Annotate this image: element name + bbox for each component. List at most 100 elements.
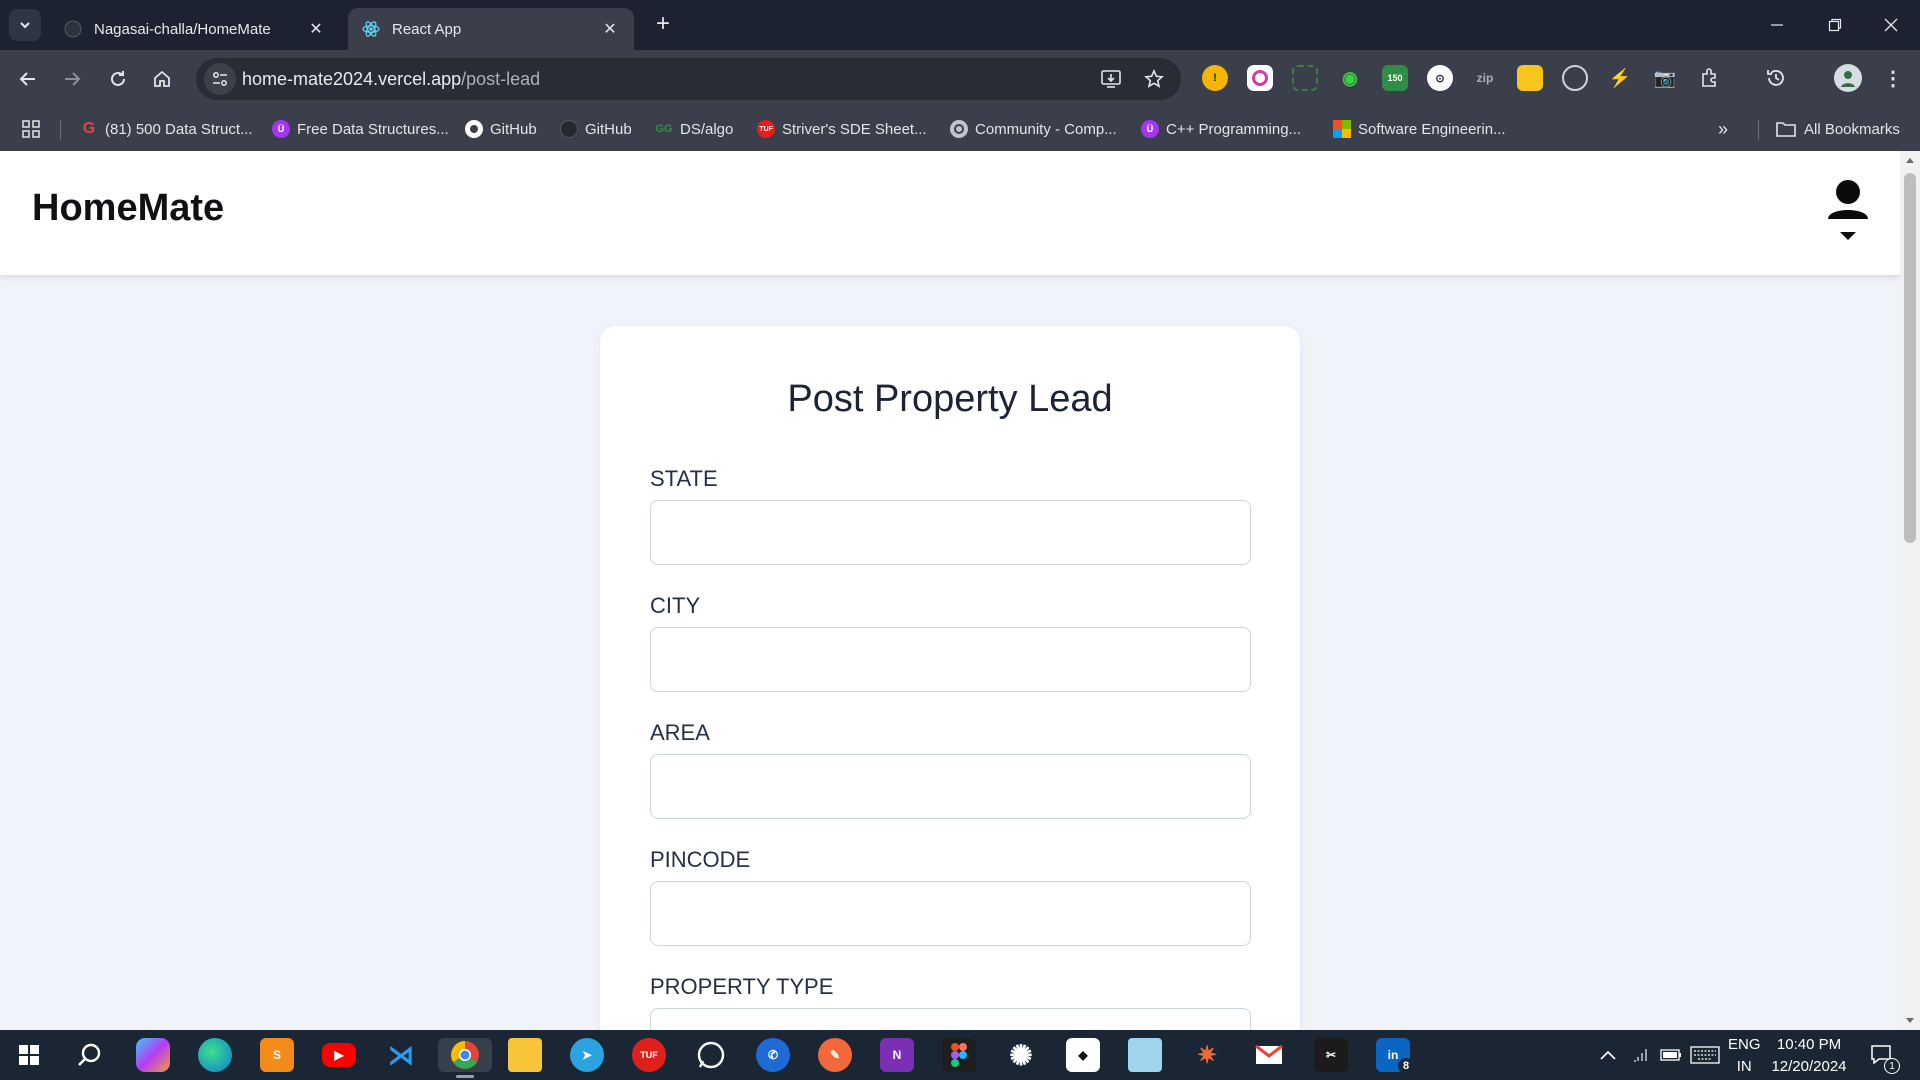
restore-button[interactable] [1806,0,1864,50]
show-hidden-icons-button[interactable] [1600,1030,1616,1080]
address-bar[interactable]: home-mate2024.vercel.app/post-lead [196,58,1181,100]
city-input[interactable] [650,627,1251,692]
state-input[interactable] [650,500,1251,565]
extension-leetcode-icon[interactable]: 150 [1382,65,1408,91]
install-app-button[interactable] [1100,67,1124,91]
bookmark-item[interactable]: G (81) 500 Data Struct... [80,118,253,140]
history-button[interactable] [1763,65,1789,91]
github-icon [64,20,82,38]
youtube-icon[interactable]: ▶ [322,1043,356,1067]
gfg-icon: GG [655,123,673,135]
install-icon [1101,70,1121,88]
extension-info-icon[interactable]: ! [1202,65,1228,91]
extension-bolt-icon[interactable]: ⚡ [1607,65,1633,91]
profile-avatar[interactable] [1834,64,1862,92]
extension-circle-icon[interactable]: ⊙ [1427,65,1453,91]
phone-link-icon[interactable]: ✆ [756,1038,790,1072]
search-button[interactable] [72,1038,106,1072]
back-button[interactable] [12,63,44,95]
extension-eye-icon[interactable]: ◉ [1337,65,1363,91]
url-text[interactable]: home-mate2024.vercel.app/post-lead [242,69,540,90]
pincode-input[interactable] [650,881,1251,946]
sublime-icon[interactable]: S [260,1038,294,1072]
tab-github[interactable]: Nagasai-challa/HomeMate ✕ [50,8,340,50]
edge-icon[interactable] [198,1038,232,1072]
page-content: HomeMate Post Property Lead STATE CITY A… [0,151,1900,1030]
new-tab-button[interactable]: + [650,12,676,38]
all-bookmarks-button[interactable]: All Bookmarks [1776,118,1900,140]
reload-button[interactable] [102,63,134,95]
apps-button[interactable] [22,118,40,140]
home-button[interactable] [146,63,178,95]
bookmark-label: (81) 500 Data Struct... [105,120,253,138]
postman-icon[interactable]: ✎ [818,1038,852,1072]
tab-strip: Nagasai-challa/HomeMate ✕ React App ✕ + [0,0,1920,50]
close-tab-icon[interactable]: ✕ [600,19,620,39]
site-info-button[interactable] [204,63,236,95]
notifications-button[interactable]: 1 [1870,1030,1900,1080]
bookmark-item[interactable]: Ü Free Data Structures... [272,118,449,140]
windows-icon [19,1045,39,1065]
start-button[interactable] [12,1038,46,1072]
keyboard-icon[interactable] [1690,1030,1720,1080]
browser-menu-button[interactable]: ⋮ [1880,65,1906,91]
extension-screenshot-icon[interactable] [1292,65,1318,91]
tab-react-app[interactable]: React App ✕ [348,8,634,50]
extension-target-icon[interactable] [1562,65,1588,91]
battery-icon[interactable] [1660,1030,1682,1080]
extension-zip-icon[interactable]: zip [1472,65,1498,91]
gmail-icon[interactable] [1252,1038,1286,1072]
arrow-left-icon [19,72,35,86]
figma-icon[interactable] [942,1038,976,1072]
area-input[interactable] [650,754,1251,819]
telegram-icon[interactable]: ➤ [570,1038,604,1072]
notion-icon[interactable]: ◆ [1066,1038,1100,1072]
system-clock[interactable]: 10:40 PM 12/20/2024 [1758,1034,1860,1078]
tune-icon [213,72,227,86]
extension-camera-icon[interactable]: 📷 [1652,65,1678,91]
extensions-menu-button[interactable] [1697,65,1723,91]
forward-button[interactable] [56,63,88,95]
grid-icon [22,120,40,138]
onenote-icon[interactable]: N [880,1038,914,1072]
scroll-thumb[interactable] [1904,173,1916,543]
all-bookmarks-label: All Bookmarks [1804,120,1900,138]
bookmark-item[interactable]: GitHub [560,118,632,140]
user-menu-button[interactable] [1826,179,1870,241]
more-bookmarks-button[interactable]: » [1718,118,1728,140]
linkedin-icon[interactable]: in 8 [1376,1038,1414,1074]
extension-colorzilla-icon[interactable] [1247,65,1273,91]
snipping-tool-icon[interactable]: ✂ [1314,1038,1348,1072]
chrome-icon[interactable] [438,1038,492,1078]
copilot-icon[interactable] [136,1038,170,1072]
bookmark-item[interactable]: TUF Striver's SDE Sheet... [757,118,927,140]
close-tab-icon[interactable]: ✕ [306,19,326,39]
bookmark-label: Community - Comp... [975,120,1117,138]
chatgpt-icon[interactable]: ✺ [1004,1038,1038,1072]
camera-app-icon[interactable] [1128,1038,1162,1072]
burst-icon[interactable]: ✷ [1190,1038,1224,1072]
minimize-button[interactable] [1748,0,1806,50]
bookmark-item[interactable]: Software Engineerin... [1333,118,1506,140]
network-icon[interactable] [1632,1030,1650,1080]
bookmark-item[interactable]: GG DS/algo [655,118,733,140]
g-icon: G [82,120,96,137]
input-language[interactable]: ENG IN [1728,1034,1761,1078]
bookmark-item[interactable]: GitHub [465,118,537,140]
property-type-input[interactable] [650,1008,1251,1030]
tuf-app-icon[interactable]: TUF [632,1038,666,1072]
bookmark-item[interactable]: Ü C++ Programming... [1141,118,1301,140]
page-scrollbar[interactable] [1900,151,1920,1030]
tab-search-button[interactable] [9,9,41,41]
chrome-logo-icon [451,1041,479,1069]
file-explorer-icon[interactable] [508,1038,542,1072]
close-window-button[interactable] [1862,0,1920,50]
brand-logo[interactable]: HomeMate [32,187,224,230]
whatsapp-icon[interactable] [694,1038,728,1072]
extension-keep-icon[interactable] [1517,65,1543,91]
reload-icon [111,71,125,86]
bookmark-star-button[interactable] [1142,67,1166,91]
bookmark-item[interactable]: Community - Comp... [950,118,1117,140]
vscode-icon[interactable]: ⋊ [384,1038,418,1072]
bookmark-label: GitHub [585,120,632,138]
